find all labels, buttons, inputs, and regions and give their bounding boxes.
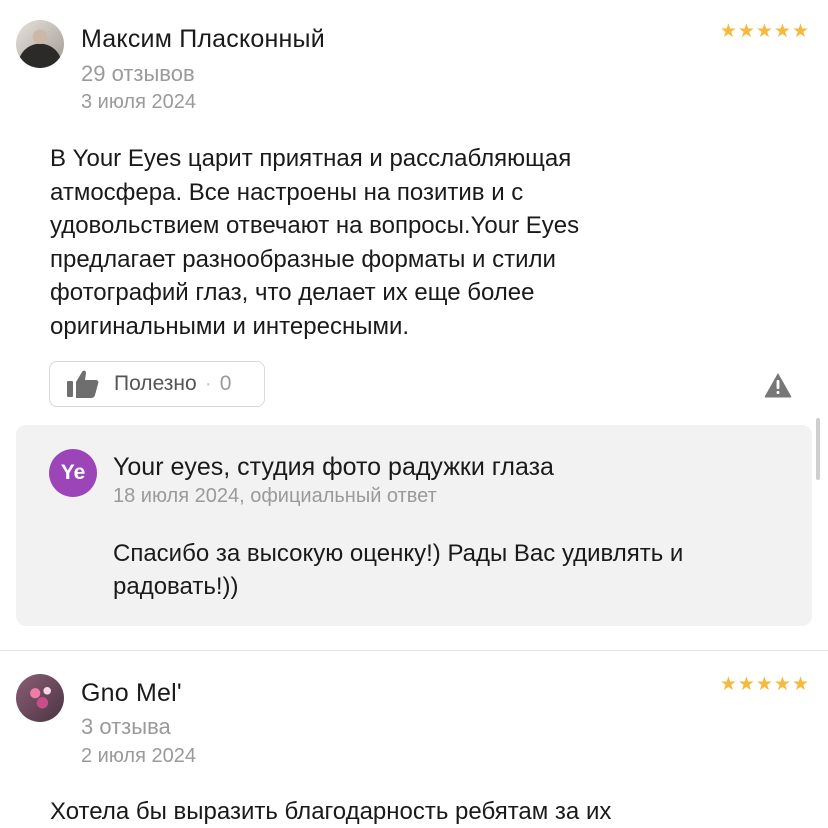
review-text: В Your Eyes царит приятная и расслабляющ… xyxy=(50,145,580,340)
helpful-button[interactable]: Полезно · 0 xyxy=(49,361,265,407)
scrollbar[interactable] xyxy=(816,418,820,480)
separator-dot: · xyxy=(204,372,212,395)
divider xyxy=(0,650,828,651)
reviews-page: Максим Пласконный 29 отзывов 3 июля 2024… xyxy=(0,0,828,828)
helpful-label: Полезно xyxy=(114,372,197,395)
author-reviews-count: 29 отзывов xyxy=(81,61,195,86)
org-name[interactable]: Your eyes, студия фото радужки глаза xyxy=(113,453,554,482)
reply-meta: 18 июля 2024, официальный ответ xyxy=(113,485,437,507)
reply-text: Спасибо за высокую оценку!) Рады Вас уди… xyxy=(113,540,684,600)
org-avatar[interactable]: Ye xyxy=(49,449,97,497)
helpful-count: 0 xyxy=(219,372,232,395)
review-card: Максим Пласконный 29 отзывов 3 июля 2024… xyxy=(0,0,828,650)
author-reviews-count: 3 отзыва xyxy=(81,714,171,739)
warning-icon[interactable] xyxy=(764,372,792,398)
author-name[interactable]: Максим Пласконный xyxy=(81,25,325,54)
official-reply: Ye Your eyes, студия фото радужки глаза … xyxy=(16,425,812,626)
review-text: Хотела бы выразить благодарность ребятам… xyxy=(50,798,612,825)
thumbs-up-icon xyxy=(67,370,99,398)
review-date: 3 июля 2024 xyxy=(81,91,196,113)
rating-stars: ★★★★★ xyxy=(719,674,810,695)
avatar[interactable] xyxy=(16,20,64,68)
avatar[interactable] xyxy=(16,674,64,722)
rating-stars: ★★★★★ xyxy=(719,21,810,42)
author-name[interactable]: Gno Mel' xyxy=(81,679,182,708)
review-date: 2 июля 2024 xyxy=(81,745,196,767)
